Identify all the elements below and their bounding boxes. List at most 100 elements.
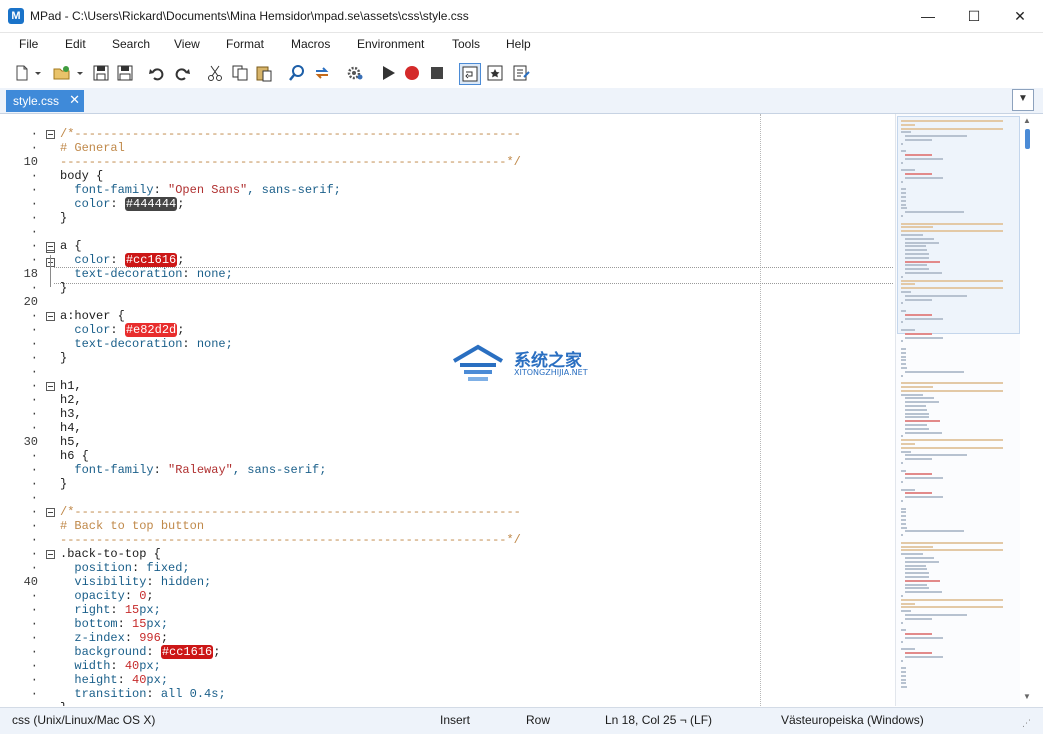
- code-line: h6 {: [60, 449, 89, 463]
- minimap-viewport[interactable]: [897, 116, 1020, 334]
- minimap-line: [905, 416, 929, 419]
- code-token: .back-to-top {: [60, 547, 161, 561]
- minimap-line: [901, 215, 903, 217]
- fold-marker[interactable]: [46, 550, 55, 559]
- menu-edit[interactable]: Edit: [65, 37, 86, 51]
- scroll-thumb[interactable]: [1025, 129, 1030, 149]
- tab-list-dropdown-icon[interactable]: ▼: [1012, 89, 1034, 111]
- menu-macros[interactable]: Macros: [291, 37, 330, 51]
- code-token: }: [60, 477, 68, 491]
- stop-macro-icon[interactable]: [427, 63, 447, 83]
- settings-gear-icon[interactable]: [345, 63, 365, 83]
- line-number: ·: [30, 589, 38, 603]
- minimap-line: [905, 579, 941, 582]
- menu-help[interactable]: Help: [506, 37, 531, 51]
- minimap-line: [901, 469, 906, 472]
- close-button[interactable]: ✕: [997, 0, 1043, 32]
- word-wrap-toggle-icon[interactable]: [459, 63, 481, 85]
- menu-file[interactable]: File: [19, 37, 38, 51]
- code-line: # General: [60, 141, 125, 155]
- minimap-line: [901, 507, 906, 510]
- code-line: h2,: [60, 393, 82, 407]
- search-icon[interactable]: [287, 63, 307, 83]
- code-token: :: [153, 463, 169, 477]
- code-line: h4,: [60, 421, 82, 435]
- code-line: visibility: hidden;: [60, 575, 211, 589]
- menu-search[interactable]: Search: [112, 37, 150, 51]
- fold-marker[interactable]: [46, 242, 55, 251]
- code-line: # Back to top button: [60, 519, 204, 533]
- tab-style-css[interactable]: style.css ✕: [6, 90, 84, 112]
- line-number: ·: [30, 547, 38, 561]
- status-cursor-position[interactable]: Ln 18, Col 25 ¬ (LF): [605, 713, 712, 727]
- status-syntax[interactable]: css (Unix/Linux/Mac OS X): [12, 713, 155, 727]
- menu-tools[interactable]: Tools: [452, 37, 480, 51]
- save-all-icon[interactable]: [115, 63, 135, 83]
- code-token: , sans-serif;: [232, 463, 327, 477]
- tab-strip: style.css ✕ ▼: [0, 88, 1043, 114]
- code-token: :: [124, 589, 140, 603]
- edit-doc-icon[interactable]: [511, 63, 531, 83]
- open-folder-icon[interactable]: [52, 63, 72, 83]
- status-encoding[interactable]: Västeuropeiska (Windows): [781, 713, 924, 727]
- minimap[interactable]: [895, 114, 1020, 706]
- show-symbols-icon[interactable]: [485, 63, 505, 83]
- minimize-button[interactable]: —: [905, 0, 951, 32]
- code-editor[interactable]: · · 10 · · · · · · · 18 · 20 · · · · · · · · · 30 · · · · · · · · · 40 · ·…: [0, 114, 893, 706]
- menu-environment[interactable]: Environment: [357, 37, 424, 51]
- code-token: px;: [139, 659, 161, 673]
- cut-icon[interactable]: [205, 63, 225, 83]
- code-line: h3,: [60, 407, 82, 421]
- new-file-icon[interactable]: [12, 63, 32, 83]
- menu-format[interactable]: Format: [226, 37, 264, 51]
- fold-marker[interactable]: [46, 382, 55, 391]
- fold-marker[interactable]: [46, 130, 55, 139]
- code-line: color: #444444;: [60, 197, 184, 211]
- replace-icon[interactable]: [312, 63, 332, 83]
- fold-marker[interactable]: [46, 508, 55, 517]
- line-number: 18: [23, 267, 38, 281]
- scroll-down-icon[interactable]: ▼: [1023, 692, 1031, 701]
- minimap-line: [901, 374, 903, 377]
- minimap-line: [905, 317, 944, 320]
- code-token: /*--------------------------------------…: [60, 505, 521, 519]
- resize-grip-icon[interactable]: ⋰: [1022, 718, 1031, 729]
- minimap-line: [901, 196, 906, 198]
- minimap-line: [905, 473, 933, 476]
- fold-marker[interactable]: [46, 312, 55, 321]
- status-selection-mode[interactable]: Row: [526, 713, 550, 727]
- minimap-line: [901, 386, 933, 388]
- vertical-scrollbar[interactable]: ▲ ▼: [1020, 114, 1036, 706]
- line-number: ·: [0, 701, 38, 706]
- line-number-gutter[interactable]: · · 10 · · · · · · · 18 · 20 · · · · · · · · · 30 · · · · · · · · · 40 · ·…: [0, 114, 55, 706]
- undo-icon[interactable]: [147, 63, 167, 83]
- open-dropdown-icon[interactable]: [74, 63, 86, 83]
- copy-icon[interactable]: [230, 63, 250, 83]
- minimap-line: [905, 614, 968, 616]
- line-number: ·: [30, 253, 38, 267]
- play-macro-icon[interactable]: [378, 63, 398, 83]
- code-text-area[interactable]: /*--------------------------------------…: [60, 114, 893, 706]
- app-icon[interactable]: M: [8, 8, 24, 24]
- status-insert-mode[interactable]: Insert: [440, 713, 470, 727]
- minimap-line: [905, 397, 934, 400]
- minimap-line: [905, 496, 944, 499]
- menu-view[interactable]: View: [174, 37, 200, 51]
- tab-close-icon[interactable]: ✕: [69, 92, 80, 108]
- code-line: ----------------------------------------…: [60, 533, 521, 547]
- code-token: px;: [146, 617, 169, 631]
- minimap-line: [905, 412, 929, 415]
- save-icon[interactable]: [91, 63, 111, 83]
- code-token: opacity: [60, 589, 125, 603]
- code-token: ----------------------------------------…: [60, 533, 521, 547]
- paste-icon[interactable]: [254, 63, 274, 83]
- code-line: /*--------------------------------------…: [60, 127, 521, 141]
- redo-icon[interactable]: [172, 63, 192, 83]
- maximize-button[interactable]: ☐: [951, 0, 997, 32]
- line-number: ·: [30, 449, 38, 463]
- scroll-up-icon[interactable]: ▲: [1023, 116, 1031, 125]
- new-file-dropdown-icon[interactable]: [32, 63, 44, 83]
- record-macro-icon[interactable]: [402, 63, 422, 83]
- minimap-line: [901, 348, 906, 350]
- code-token: }: [60, 211, 68, 225]
